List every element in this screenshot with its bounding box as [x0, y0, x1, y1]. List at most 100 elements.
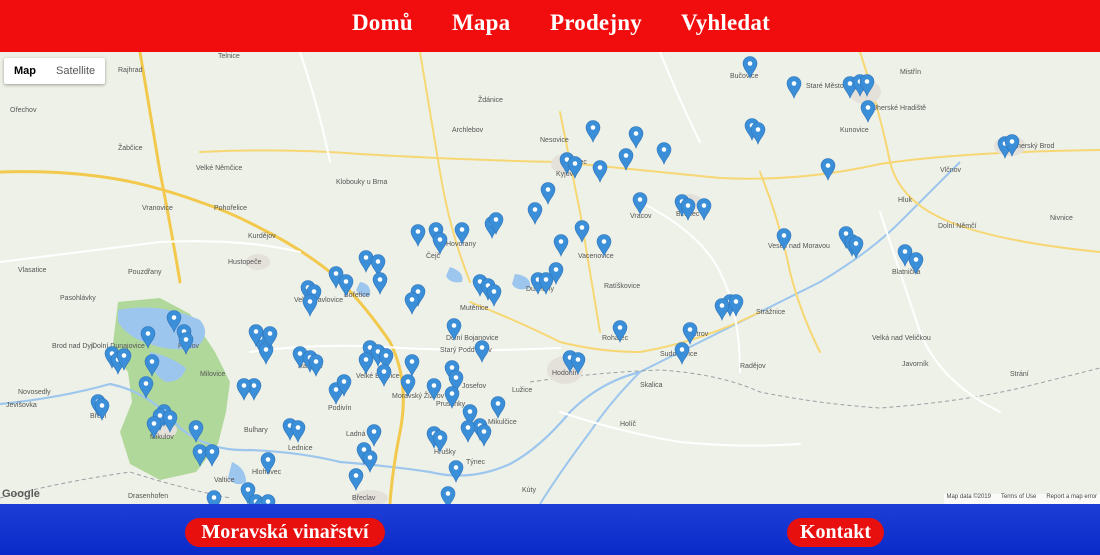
map-type-control: Map Satellite — [4, 58, 106, 84]
winery-marker[interactable] — [820, 158, 836, 181]
contact-button[interactable]: Kontakt — [787, 518, 884, 547]
terms-link[interactable]: Terms of Use — [1001, 494, 1036, 504]
place-label: Pouzdřany — [128, 269, 162, 276]
main-road — [759, 171, 821, 353]
place-label: Pasohlávky — [60, 295, 96, 302]
place-label: Staré Město — [806, 83, 844, 90]
winery-marker[interactable] — [348, 468, 364, 491]
place-label: Ždánice — [478, 95, 503, 104]
place-label: Lužice — [512, 387, 532, 394]
place-label: Bořetice — [344, 292, 370, 299]
map-canvas[interactable]: Telnice Rajhrad Ořechov Žabčice Velké Němčic… — [0, 52, 1100, 504]
pond — [446, 267, 463, 283]
winery-marker[interactable] — [290, 420, 306, 443]
place-label: Ořechov — [10, 107, 37, 114]
place-label: Nesovice — [540, 137, 569, 144]
winery-marker[interactable] — [592, 160, 608, 183]
place-label: Kyjov — [556, 171, 574, 178]
place-label: Telnice — [218, 53, 240, 60]
winery-marker[interactable] — [527, 202, 543, 225]
place-label: Ratíškovice — [604, 283, 640, 290]
nav-search[interactable]: Vyhledat — [681, 10, 770, 36]
nav-home[interactable]: Domů — [352, 10, 413, 36]
place-label: Jevišovka — [6, 402, 37, 409]
winery-marker[interactable] — [860, 100, 876, 123]
place-label: Břeclav — [352, 495, 376, 502]
winery-marker[interactable] — [714, 298, 730, 321]
winery-marker[interactable] — [372, 272, 388, 295]
place-label: Brod nad Dyjí — [52, 343, 94, 350]
place-label: Rajhrad — [118, 67, 143, 74]
winery-marker[interactable] — [358, 352, 374, 375]
nav-map[interactable]: Mapa — [452, 10, 510, 36]
winery-marker[interactable] — [474, 340, 490, 363]
winery-marker[interactable] — [585, 120, 601, 143]
winery-marker[interactable] — [448, 460, 464, 483]
winery-marker[interactable] — [486, 284, 502, 307]
winery-marker[interactable] — [366, 424, 382, 447]
local-road — [299, 52, 331, 163]
place-label: Dolní Dunajovice — [92, 343, 145, 350]
winery-marker[interactable] — [460, 420, 476, 443]
place-label: Rohatec — [602, 335, 629, 342]
place-label: Vracov — [630, 213, 652, 220]
winery-marker[interactable] — [618, 148, 634, 171]
place-label: Archlebov — [452, 127, 484, 134]
winery-marker[interactable] — [410, 224, 426, 247]
winery-marker[interactable] — [302, 294, 318, 317]
winery-marker[interactable] — [376, 364, 392, 387]
place-label: Mistřín — [900, 69, 921, 76]
place-label: Hodonín — [552, 370, 579, 377]
map-type-map-button[interactable]: Map — [4, 58, 46, 84]
place-label: Bučovice — [730, 73, 759, 80]
winery-marker[interactable] — [656, 142, 672, 165]
winery-marker[interactable] — [440, 486, 456, 505]
local-road — [559, 411, 801, 447]
place-label: Mutěnice — [460, 305, 489, 312]
place-label: Vlasatice — [18, 267, 47, 274]
place-label: Mikulčice — [488, 419, 517, 426]
place-label: Hrušky — [434, 449, 456, 456]
winery-marker[interactable] — [404, 354, 420, 377]
place-label: Bulhary — [244, 427, 268, 434]
winery-marker[interactable] — [476, 424, 492, 447]
winery-marker[interactable] — [308, 354, 324, 377]
winery-marker[interactable] — [540, 182, 556, 205]
place-label: Kunovice — [840, 127, 869, 134]
winery-marker[interactable] — [786, 76, 802, 99]
place-label: Vacenovice — [578, 253, 614, 260]
place-label: Týnec — [466, 459, 486, 466]
winery-marker[interactable] — [553, 234, 569, 257]
winery-marker[interactable] — [674, 342, 690, 365]
place-label: Valtice — [214, 477, 235, 484]
place-label: Dolní Němčí — [938, 223, 977, 230]
place-label: Hustopeče — [228, 259, 262, 266]
map-attribution: Map data ©2019 Terms of Use Report a map… — [943, 494, 1100, 504]
winery-marker[interactable] — [628, 126, 644, 149]
winery-marker[interactable] — [206, 490, 222, 505]
top-navigation: Domů Mapa Prodejny Vyhledat — [0, 0, 1100, 52]
nav-shops[interactable]: Prodejny — [550, 10, 642, 36]
winery-marker[interactable] — [260, 494, 276, 505]
report-map-error-link[interactable]: Report a map error — [1046, 494, 1097, 504]
wineries-button[interactable]: Moravská vinařství — [185, 518, 385, 547]
winery-marker[interactable] — [432, 232, 448, 255]
river — [0, 370, 641, 477]
local-road — [879, 211, 1001, 413]
highway — [138, 52, 182, 284]
place-label: Holíč — [620, 421, 636, 428]
place-label: Žabčice — [118, 143, 143, 152]
winery-marker[interactable] — [750, 122, 766, 145]
place-label: Pohořelice — [214, 205, 247, 212]
winery-marker[interactable] — [236, 378, 252, 401]
winery-marker[interactable] — [204, 444, 220, 467]
winery-marker[interactable] — [574, 220, 590, 243]
winery-marker[interactable] — [362, 450, 378, 473]
place-label: Skalica — [640, 382, 663, 389]
map-type-satellite-button[interactable]: Satellite — [46, 58, 105, 84]
place-label: Milovice — [200, 371, 225, 378]
winery-marker[interactable] — [404, 292, 420, 315]
winery-marker[interactable] — [490, 396, 506, 419]
main-road — [859, 52, 1100, 253]
winery-marker[interactable] — [632, 192, 648, 215]
